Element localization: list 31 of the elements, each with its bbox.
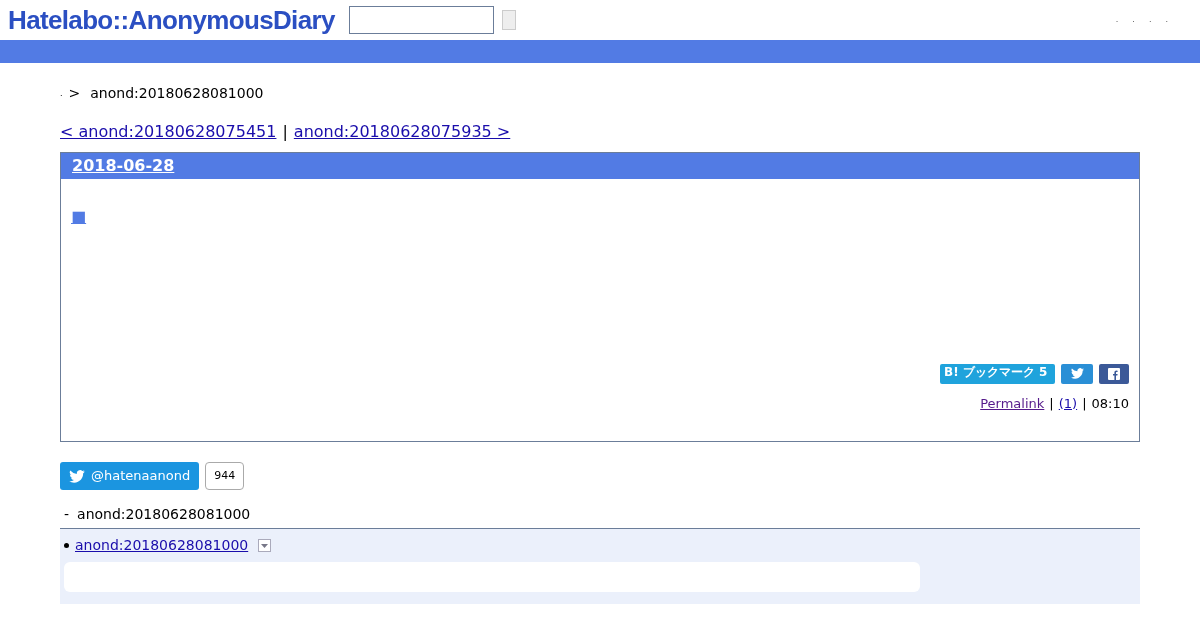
follower-count: 944 [205,462,245,490]
facebook-button[interactable] [1099,363,1129,384]
header-link[interactable]: . [1165,14,1168,26]
breadcrumb-home[interactable]: . [60,87,63,100]
footer-link[interactable]: Permalink [980,393,1045,413]
header-link[interactable]: . [1148,14,1152,26]
bullet-icon [64,543,69,548]
footer-link[interactable]: (1) [1058,393,1078,413]
bird-icon [1070,368,1084,379]
header-link[interactable]: . [1115,14,1119,26]
entry-time: 08:10 [1091,394,1129,413]
date-link[interactable]: 2018-06-28 [72,154,175,178]
breadcrumb-current: anond:20180628081000 [90,84,264,103]
footer-separator: | [1082,394,1087,413]
footer-separator: | [1049,394,1054,413]
trackback-marker: - [64,505,70,524]
entry-title-link[interactable]: ■ [71,207,87,226]
facebook-icon [1108,367,1120,380]
trackback-heading: anond:20180628081000 [77,505,251,524]
prev-link[interactable]: < anond:20180628075451 [60,120,277,144]
search-field[interactable] [348,6,494,34]
header-link[interactable]: . [1132,14,1135,26]
caret-icon [261,543,269,548]
breadcrumb-separator: > [68,84,81,103]
site-logo[interactable]: Hatelabo::AnonymousDiary [8,0,335,40]
trackback-link[interactable]: anond:20180628081000 [75,535,249,556]
next-link[interactable]: anond:20180628075935 > [293,120,511,144]
tweet-button[interactable] [1061,363,1093,384]
pager-separator: | [282,121,288,143]
bird-icon [69,469,85,483]
dropdown-button[interactable] [258,539,272,552]
